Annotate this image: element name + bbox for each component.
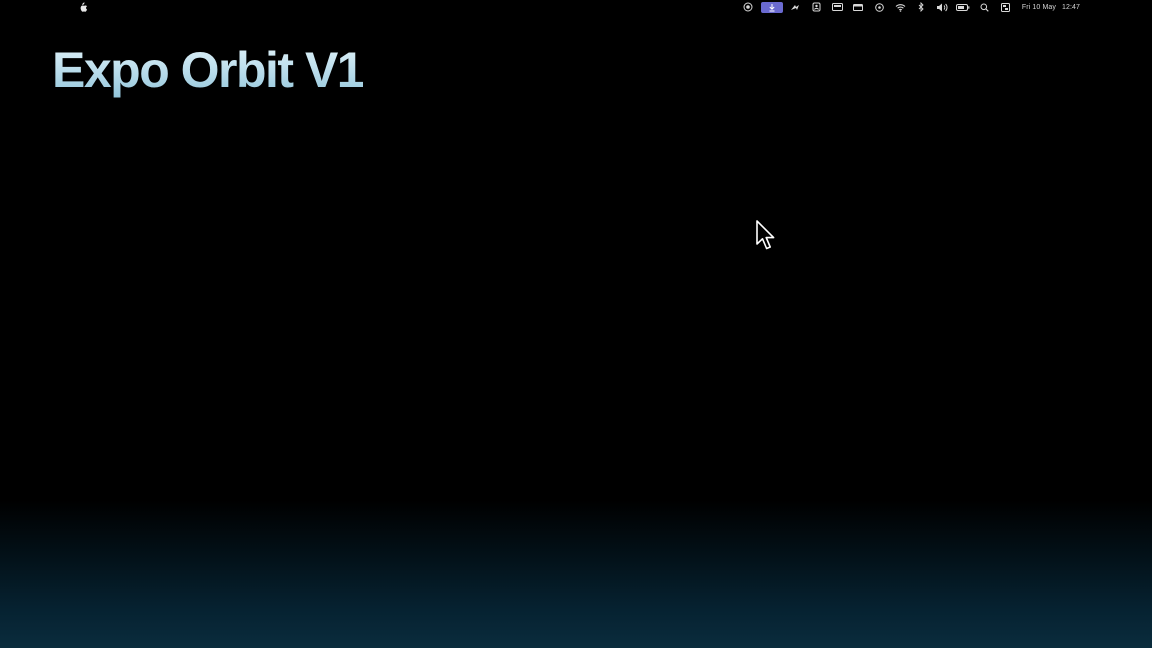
wifi-icon[interactable] (890, 1, 911, 13)
battery-icon[interactable] (953, 1, 974, 13)
search-icon[interactable] (974, 1, 995, 13)
screen-record-icon[interactable] (738, 1, 759, 13)
mouse-cursor-icon (756, 220, 775, 250)
menubar-clock[interactable]: Fri 10 May 12:47 (1022, 4, 1080, 11)
menu-bar: Fri 10 May 12:47 (0, 0, 1152, 14)
clock-date: Fri 10 May (1021, 3, 1056, 11)
volume-icon[interactable] (932, 1, 953, 13)
download-icon[interactable] (760, 1, 783, 13)
control-center-icon[interactable] (995, 1, 1016, 13)
lock-app-icon[interactable] (806, 1, 827, 13)
arrow-app-icon[interactable] (785, 1, 806, 13)
apple-icon[interactable] (78, 2, 88, 13)
clock-time: 12:47 (1061, 3, 1080, 11)
page-title: Expo Orbit V1 (52, 42, 365, 98)
bluetooth-icon[interactable] (911, 1, 932, 13)
desktop-background: Fri 10 May 12:47 Expo Orbit V1 (0, 0, 1152, 648)
display-icon[interactable] (827, 1, 848, 13)
status-menu-area: Fri 10 May 12:47 (738, 1, 1080, 13)
target-icon[interactable] (869, 1, 890, 13)
window-icon[interactable] (848, 1, 869, 13)
